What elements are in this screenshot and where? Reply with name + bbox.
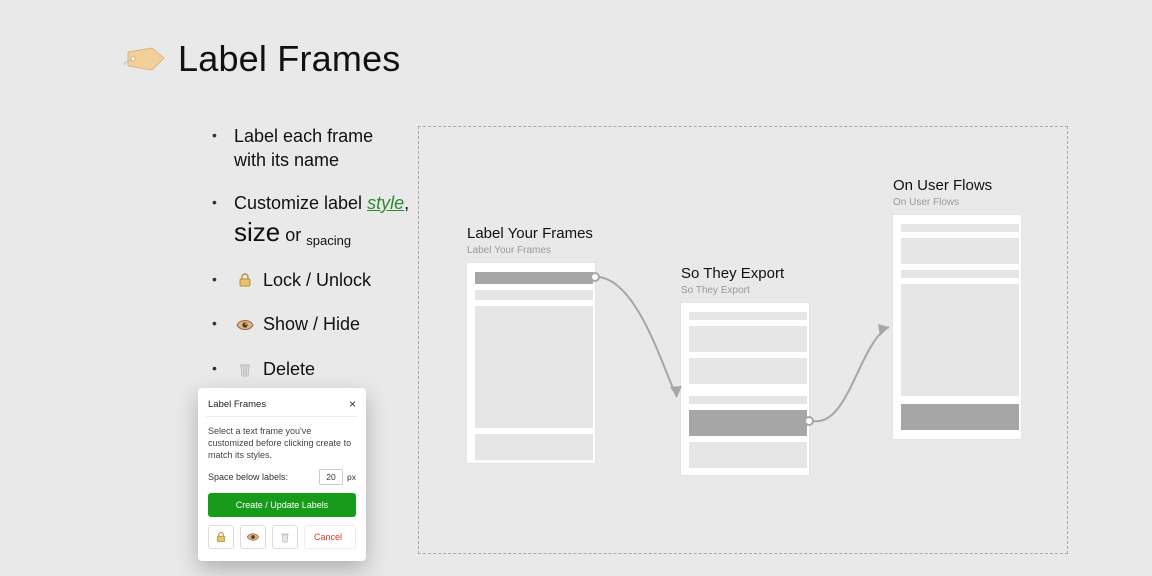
frame1-row4 <box>475 434 593 460</box>
frame3-row4 <box>901 284 1019 396</box>
delete-button[interactable] <box>272 525 298 549</box>
frame-sub-1: Label Your Frames <box>467 245 551 256</box>
dialog-divider <box>206 416 358 417</box>
spacing-word: spacing <box>306 233 351 248</box>
lock-button[interactable] <box>208 525 234 549</box>
bullet-lock: Lock / Unlock <box>230 268 410 294</box>
frame-label-3: On User Flows <box>893 177 992 194</box>
feature-bullets: Label each frame with its name Customize… <box>170 124 410 401</box>
frame-label-2: So They Export <box>681 265 784 282</box>
trash-icon <box>234 359 256 383</box>
lock-icon <box>234 270 256 294</box>
frame-2[interactable] <box>681 303 809 475</box>
eye-icon <box>234 314 256 338</box>
label-frames-dialog: Label Frames × Select a text frame you'v… <box>198 388 366 561</box>
cancel-button[interactable]: Cancel <box>304 525 356 549</box>
frame-sub-2: So They Export <box>681 285 750 296</box>
frame2-row4 <box>689 396 807 404</box>
size-word: size <box>234 217 280 247</box>
frame3-row3 <box>901 270 1019 278</box>
bullet-label-each: Label each frame with its name <box>230 124 410 173</box>
frame-3[interactable] <box>893 215 1021 439</box>
frame-1[interactable] <box>467 263 595 463</box>
frame-sub-3: On User Flows <box>893 197 959 208</box>
bullet-show: Show / Hide <box>230 312 410 338</box>
create-update-labels-button[interactable]: Create / Update Labels <box>208 493 356 517</box>
dialog-title: Label Frames <box>208 399 266 410</box>
space-below-label: Space below labels: <box>208 472 315 482</box>
bullet-customize: Customize label style, size or spacing <box>230 191 410 250</box>
dialog-description: Select a text frame you've customized be… <box>208 425 356 461</box>
show-hide-button[interactable] <box>240 525 266 549</box>
frame1-row2 <box>475 290 593 300</box>
dialog-button-row: Cancel <box>208 525 356 549</box>
selection-canvas: Label Your Frames Label Your Frames So T… <box>418 126 1068 554</box>
space-below-unit: px <box>347 472 356 482</box>
frame2-row6 <box>689 442 807 468</box>
frame3-row1 <box>901 224 1019 232</box>
frame1-row1 <box>475 272 593 284</box>
frame-label-1: Label Your Frames <box>467 225 593 242</box>
frame1-row3 <box>475 306 593 428</box>
frame2-row1 <box>689 312 807 320</box>
bullet-delete: Delete <box>230 357 410 383</box>
frame2-row5 <box>689 410 807 436</box>
frame3-row2 <box>901 238 1019 264</box>
style-word: style <box>367 193 404 213</box>
tag-icon <box>120 39 168 79</box>
frame2-row2 <box>689 326 807 352</box>
page-title: Label Frames <box>178 38 401 80</box>
page-title-row: Label Frames <box>120 38 401 80</box>
frame3-row5 <box>901 404 1019 430</box>
frame2-row3 <box>689 358 807 384</box>
dialog-spacing-row: Space below labels: 20 px <box>208 469 356 485</box>
space-below-input[interactable]: 20 <box>319 469 343 485</box>
close-icon[interactable]: × <box>349 398 356 410</box>
dialog-title-row: Label Frames × <box>208 398 356 410</box>
